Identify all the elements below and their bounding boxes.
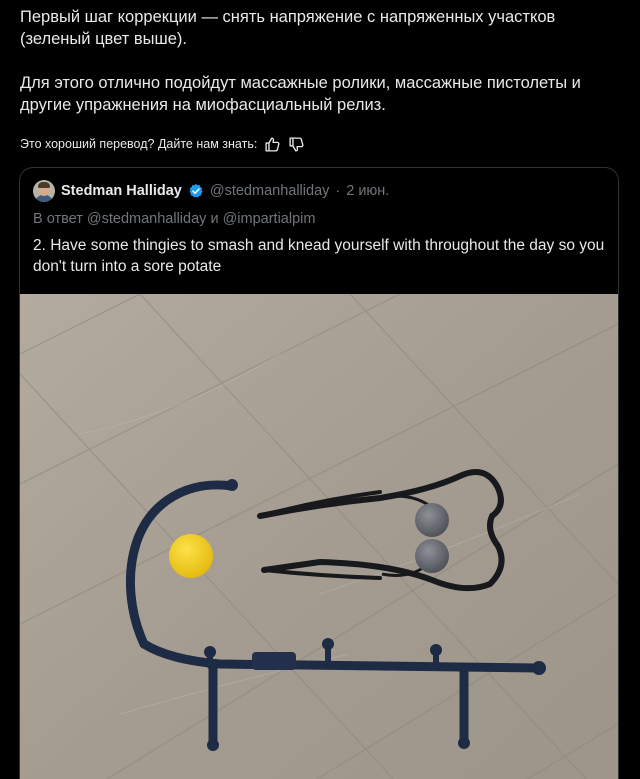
reply-mention-stedmanhalliday[interactable]: @stedmanhalliday — [87, 211, 207, 227]
author-name[interactable]: Stedman Halliday — [61, 183, 182, 199]
translated-text: Первый шаг коррекции — снять напряжение … — [20, 6, 620, 116]
translation-feedback: Это хороший перевод? Дайте нам знать: — [20, 135, 305, 153]
translated-paragraph-2: Для этого отлично подойдут массажные рол… — [20, 74, 581, 114]
quoted-tweet-header: Stedman Halliday @stedmanhalliday · 2 ию… — [33, 180, 389, 202]
verified-badge-icon — [189, 184, 203, 198]
tweet-photo-massage-tools[interactable] — [20, 294, 618, 779]
reply-and: и — [210, 211, 219, 227]
reply-mention-impartialpim[interactable]: @impartialpim — [223, 211, 316, 227]
tweet-date[interactable]: 2 июн. — [346, 183, 389, 199]
quoted-tweet[interactable]: Stedman Halliday @stedmanhalliday · 2 ию… — [19, 167, 619, 779]
feedback-prompt: Это хороший перевод? Дайте нам знать: — [20, 137, 258, 151]
thumbs-down-icon[interactable] — [287, 135, 305, 153]
author-handle[interactable]: @stedmanhalliday — [210, 183, 330, 199]
translated-paragraph-1: Первый шаг коррекции — снять напряжение … — [20, 8, 556, 48]
thumbs-up-icon[interactable] — [263, 135, 281, 153]
tweet-page: Первый шаг коррекции — снять напряжение … — [0, 0, 640, 779]
meta-separator: · — [335, 183, 341, 199]
avatar[interactable] — [33, 180, 55, 202]
reply-prefix: В ответ — [33, 211, 83, 227]
reply-context: В ответ @stedmanhalliday и @impartialpim — [33, 211, 315, 227]
quoted-tweet-text: 2. Have some thingies to smash and knead… — [33, 237, 605, 275]
